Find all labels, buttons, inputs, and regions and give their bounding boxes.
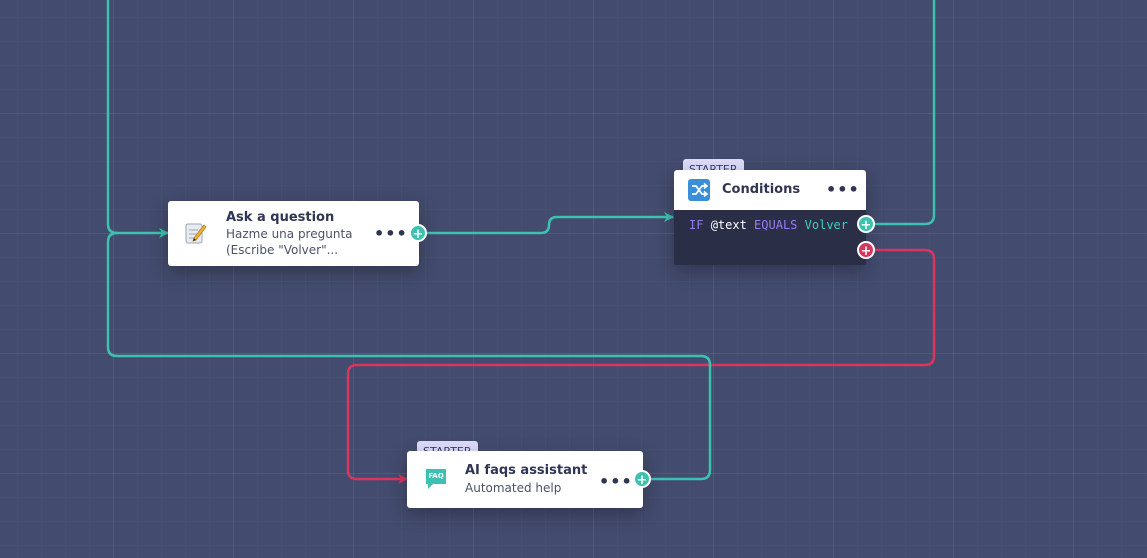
condition-if-keyword: IF [689, 218, 704, 232]
ai-faqs-output-port[interactable]: + [633, 470, 651, 488]
condition-value: Volver [804, 218, 848, 232]
edge-conditions-true-output[interactable] [875, 0, 936, 226]
ai-faqs-subtitle: Automated help [465, 481, 562, 495]
ask-question-output-port[interactable]: + [409, 224, 427, 242]
ask-question-subtitle-line2: (Escribe "Volver"... [226, 243, 339, 257]
ai-faqs-menu-button[interactable]: ••• [599, 474, 633, 490]
condition-operator: EQUALS [754, 218, 798, 232]
edge-ask-question-to-conditions[interactable] [427, 212, 674, 235]
ask-question-menu-button[interactable]: ••• [374, 226, 408, 242]
conditions-false-output-port[interactable]: + [857, 241, 875, 259]
ai-faqs-title: AI faqs assistant [465, 463, 588, 478]
ask-question-title: Ask a question [226, 210, 335, 225]
condition-rule-panel: IF @text EQUALS Volver [674, 210, 866, 265]
conditions-menu-button[interactable]: ••• [826, 182, 860, 198]
edge-ai-faqs-to-ask-question[interactable] [106, 231, 712, 481]
faq-icon-text: FAQ [428, 472, 444, 480]
shuffle-icon [688, 179, 710, 205]
ask-question-node[interactable]: Ask a question Hazme una pregunta (Escri… [168, 201, 427, 266]
ai-faqs-assistant-node[interactable]: FAQ AI faqs assistant Automated help •••… [407, 451, 651, 508]
ask-question-subtitle-line1: Hazme una pregunta [226, 227, 353, 241]
condition-rule: IF @text EQUALS Volver [689, 218, 848, 232]
memo-pencil-icon [185, 221, 207, 249]
edge-loop-top-to-ask-question[interactable] [106, 0, 169, 238]
conditions-title: Conditions [722, 182, 801, 197]
conditions-node[interactable]: Conditions ••• IF @text EQUALS Volver + … [674, 170, 875, 265]
condition-variable: @text [710, 218, 747, 232]
conditions-true-output-port[interactable]: + [857, 215, 875, 233]
